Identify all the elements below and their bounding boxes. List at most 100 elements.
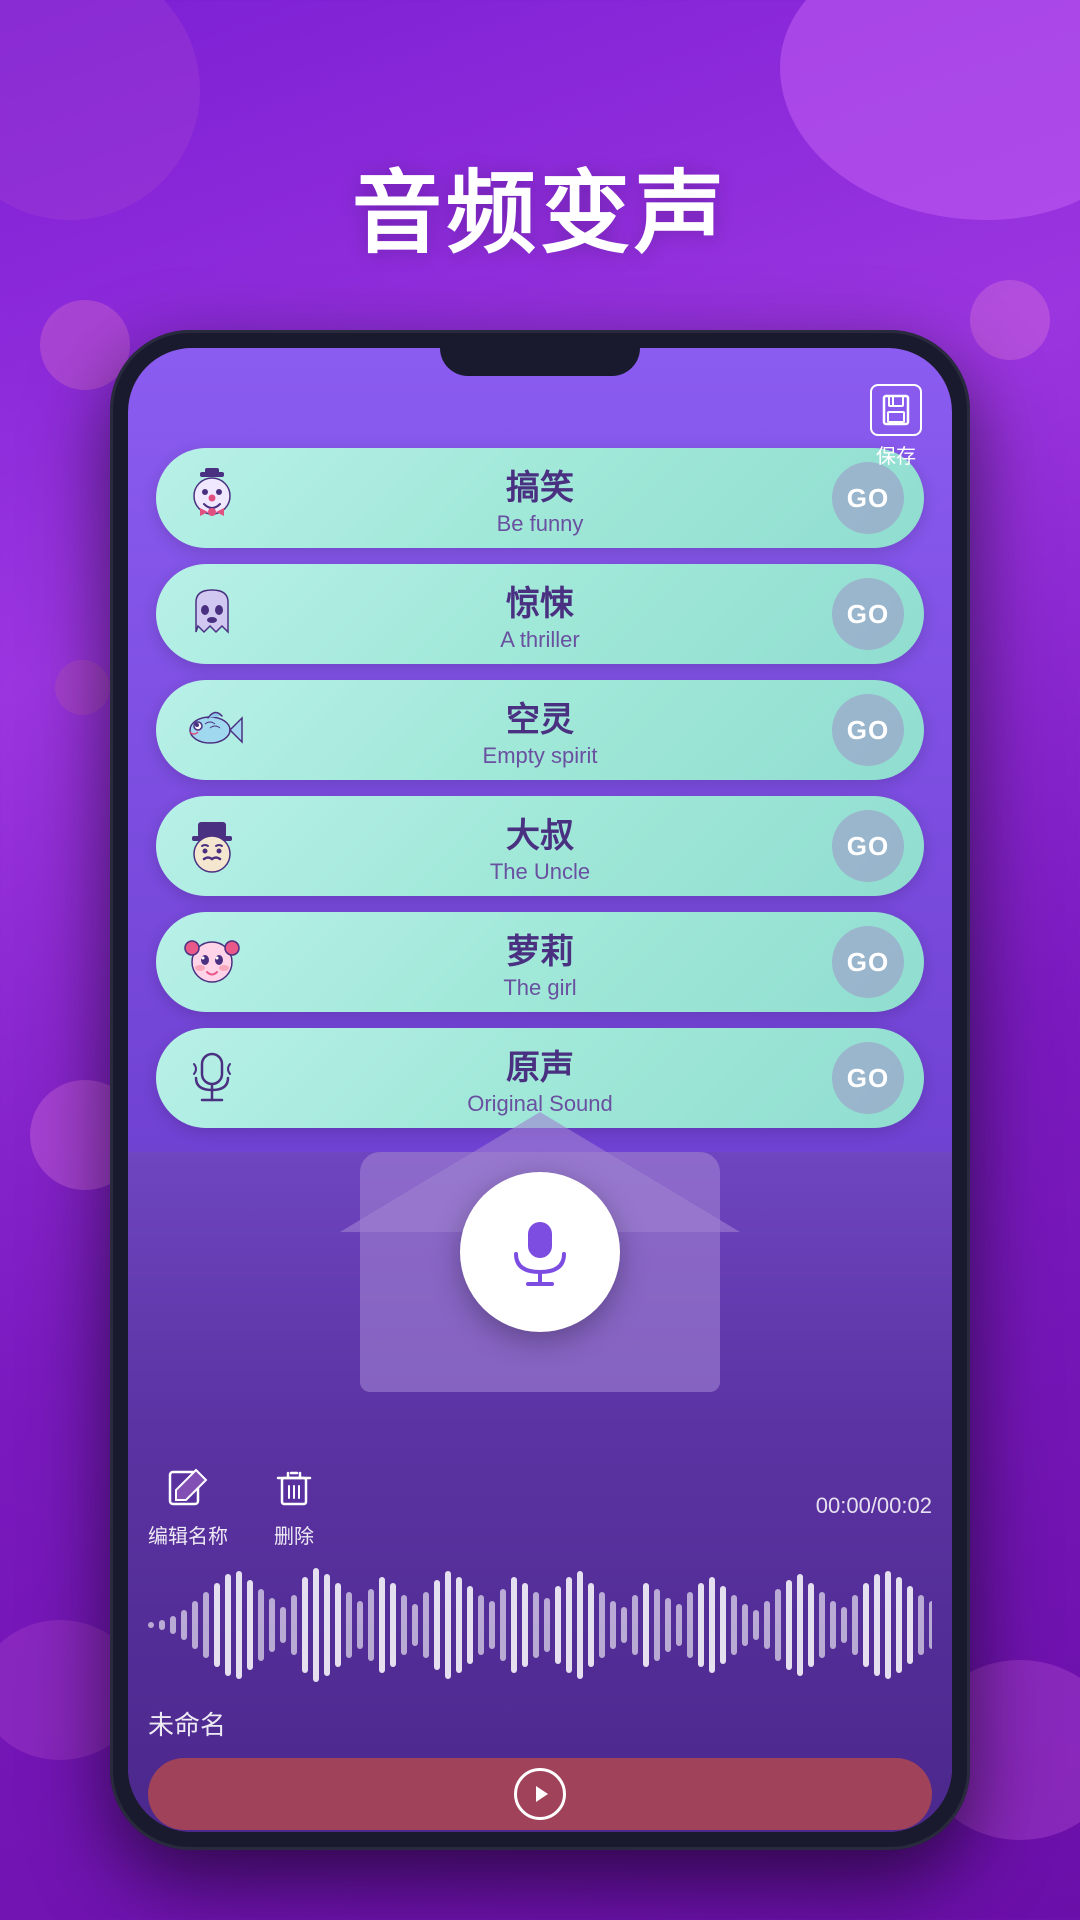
wave-bar bbox=[434, 1580, 440, 1670]
mic-record-button[interactable] bbox=[460, 1172, 620, 1332]
go-btn-empty-spirit[interactable]: GO bbox=[832, 694, 904, 766]
wave-bar bbox=[896, 1577, 902, 1673]
wave-bar bbox=[731, 1595, 737, 1655]
wave-bar bbox=[720, 1586, 726, 1664]
phone-frame: 保存 bbox=[110, 330, 970, 1850]
wave-bar bbox=[676, 1604, 682, 1646]
wave-bar bbox=[885, 1571, 891, 1679]
wave-bar bbox=[698, 1583, 704, 1667]
wave-bar bbox=[830, 1601, 836, 1649]
wave-bar bbox=[269, 1598, 275, 1652]
wave-bar bbox=[665, 1598, 671, 1652]
delete-label: 删除 bbox=[274, 1520, 314, 1549]
bg-decoration-6 bbox=[970, 280, 1050, 360]
go-btn-girl[interactable]: GO bbox=[832, 926, 904, 998]
wave-bar bbox=[335, 1583, 341, 1667]
wave-bar bbox=[511, 1577, 517, 1673]
wave-bar bbox=[478, 1595, 484, 1655]
wave-bar bbox=[632, 1595, 638, 1655]
waveform-visual bbox=[148, 1565, 932, 1685]
phone-screen: 保存 bbox=[128, 348, 952, 1832]
wave-bar bbox=[841, 1607, 847, 1643]
wave-bar bbox=[357, 1601, 363, 1649]
wave-bar bbox=[412, 1604, 418, 1646]
ghost-icon bbox=[176, 578, 248, 650]
effect-girl-text: 萝莉 The girl bbox=[266, 924, 814, 1001]
effect-girl[interactable]: 萝莉 The girl GO bbox=[156, 912, 924, 1012]
wave-bar bbox=[643, 1583, 649, 1667]
wave-bar bbox=[764, 1601, 770, 1649]
time-display: 00:00/00:02 bbox=[816, 1493, 932, 1519]
clown-icon bbox=[176, 462, 248, 534]
wave-bar bbox=[148, 1622, 154, 1628]
wave-bar bbox=[929, 1601, 932, 1649]
wave-bar bbox=[742, 1604, 748, 1646]
delete-button[interactable]: 删除 bbox=[268, 1462, 320, 1549]
wave-bar bbox=[775, 1589, 781, 1661]
effect-thriller[interactable]: 惊悚 A thriller GO bbox=[156, 564, 924, 664]
wave-bar bbox=[918, 1595, 924, 1655]
wave-bar bbox=[236, 1571, 242, 1679]
wave-bar bbox=[610, 1601, 616, 1649]
wave-bar bbox=[874, 1574, 880, 1676]
wave-bar bbox=[533, 1592, 539, 1658]
save-label: 保存 bbox=[876, 440, 916, 469]
effect-be-funny[interactable]: 搞笑 Be funny GO bbox=[156, 448, 924, 548]
effect-empty-spirit[interactable]: 空灵 Empty spirit GO bbox=[156, 680, 924, 780]
save-button-area[interactable]: 保存 bbox=[870, 384, 922, 469]
wave-bar bbox=[687, 1592, 693, 1658]
waveform-container: 编辑名称 bbox=[148, 1462, 932, 1830]
wave-bar bbox=[346, 1592, 352, 1658]
wave-bar bbox=[181, 1610, 187, 1640]
wave-bar bbox=[544, 1598, 550, 1652]
wave-bar bbox=[489, 1601, 495, 1649]
wave-bar bbox=[797, 1574, 803, 1676]
wave-bar bbox=[379, 1577, 385, 1673]
wave-bar bbox=[577, 1571, 583, 1679]
wave-bar bbox=[203, 1592, 209, 1658]
wave-bar bbox=[808, 1583, 814, 1667]
wave-bar bbox=[291, 1595, 297, 1655]
effect-uncle-text: 大叔 The Uncle bbox=[266, 808, 814, 885]
wave-bar bbox=[445, 1571, 451, 1679]
trash-icon bbox=[268, 1462, 320, 1514]
wave-bar bbox=[588, 1583, 594, 1667]
wave-bar bbox=[247, 1580, 253, 1670]
wave-bar bbox=[907, 1586, 913, 1664]
go-btn-uncle[interactable]: GO bbox=[832, 810, 904, 882]
wave-bar bbox=[500, 1589, 506, 1661]
wave-bar bbox=[423, 1592, 429, 1658]
go-btn-thriller[interactable]: GO bbox=[832, 578, 904, 650]
edit-name-button[interactable]: 编辑名称 bbox=[148, 1462, 228, 1549]
wave-bar bbox=[159, 1620, 165, 1630]
wave-bar bbox=[324, 1574, 330, 1676]
effect-be-funny-text: 搞笑 Be funny bbox=[266, 460, 814, 537]
effect-uncle[interactable]: 大叔 The Uncle GO bbox=[156, 796, 924, 896]
effect-thriller-text: 惊悚 A thriller bbox=[266, 576, 814, 653]
play-button[interactable] bbox=[514, 1768, 566, 1820]
go-btn-original[interactable]: GO bbox=[832, 1042, 904, 1114]
phone-notch bbox=[440, 348, 640, 376]
wave-bar bbox=[214, 1583, 220, 1667]
play-bar[interactable] bbox=[148, 1758, 932, 1830]
edit-label: 编辑名称 bbox=[148, 1520, 228, 1549]
go-btn-be-funny[interactable]: GO bbox=[832, 462, 904, 534]
wave-bar bbox=[390, 1583, 396, 1667]
effects-list: 搞笑 Be funny GO bbox=[156, 448, 924, 1128]
wave-bar bbox=[313, 1568, 319, 1682]
wave-bar bbox=[599, 1592, 605, 1658]
wave-bar bbox=[654, 1589, 660, 1661]
wave-bar bbox=[852, 1595, 858, 1655]
mic-small-icon bbox=[176, 1042, 248, 1114]
girl-icon bbox=[176, 926, 248, 998]
wave-bar bbox=[786, 1580, 792, 1670]
wave-bar bbox=[280, 1607, 286, 1643]
wave-bar bbox=[170, 1616, 176, 1634]
bg-decoration-4 bbox=[55, 660, 110, 715]
wave-bar bbox=[467, 1586, 473, 1664]
edit-icon bbox=[162, 1462, 214, 1514]
wave-bar bbox=[401, 1595, 407, 1655]
effect-empty-spirit-text: 空灵 Empty spirit bbox=[266, 692, 814, 769]
wave-bar bbox=[709, 1577, 715, 1673]
wave-bar bbox=[368, 1589, 374, 1661]
